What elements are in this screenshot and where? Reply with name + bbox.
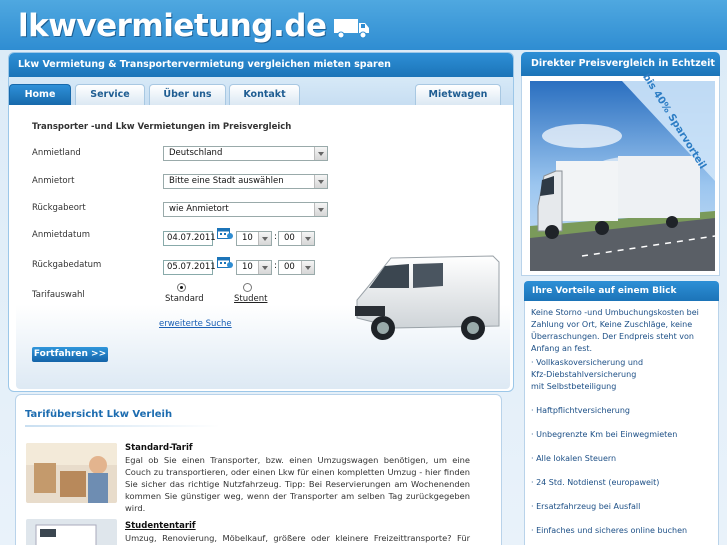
advantages-intro: Keine Storno -und Umbuchungskosten bei Z… [531,308,699,353]
advantage-item: · Alle lokalen Steuern [531,454,617,463]
standard-tarif-image [26,443,117,503]
chevron-down-icon [314,147,327,160]
anmietland-label: Anmietland [32,148,81,158]
rueckgabeort-select[interactable]: wie Anmietort [163,202,328,217]
radio-student-label: Student [234,294,268,304]
radio-student[interactable] [243,283,252,292]
truck-banner-image [530,81,716,271]
form-title: Transporter -und Lkw Vermietungen im Pre… [32,122,292,132]
chevron-down-icon [258,232,271,245]
anmietort-value: Bitte eine Stadt auswählen [169,176,284,186]
tab-kontakt[interactable]: Kontakt [229,84,300,105]
logo-text: lkwvermietung.de [18,8,327,44]
rueckgabeort-label: Rückgabeort [32,203,86,213]
anmietdatum-input[interactable]: 04.07.2011 [163,231,216,246]
calendar-icon[interactable] [217,256,233,269]
chevron-down-icon [314,203,327,216]
rueckgabedatum-input[interactable]: 05.07.2011 [163,260,216,275]
rueckgabe-hour-value: 10 [242,262,253,272]
divider [25,425,220,427]
search-form: Transporter -und Lkw Vermietungen im Pre… [16,108,510,389]
advantage-item: · Ersatzfahrzeug bei Ausfall [531,502,641,511]
tab-ueber-uns[interactable]: Über uns [149,84,226,105]
time-separator: : [274,232,278,242]
rueckgabe-minute-value: 00 [284,262,295,272]
rueckgabe-minute-select[interactable]: 00 [278,260,315,275]
advantages-heading: Ihre Vorteile auf einem Blick [524,281,719,301]
radio-standard[interactable] [177,283,186,292]
tarif-overview: Tarifübersicht Lkw Verleih Standard-Tari… [15,394,502,545]
rueckgabedatum-label: Rückgabedatum [32,260,102,270]
advantage-item: · 24 Std. Notdienst (europaweit) [531,478,660,487]
advantage-item: · Unbegrenzte Km bei Einwegmieten [531,430,678,439]
tab-home[interactable]: Home [9,84,71,105]
nav-tabs: Home Service Über uns Kontakt Mietwagen [9,77,513,105]
site-logo[interactable]: lkwvermietung.de [18,6,371,46]
rueckgabeort-value: wie Anmietort [169,204,229,214]
standard-tarif-text: Egal ob Sie einen Transporter, bzw. eine… [125,455,470,513]
tab-mietwagen[interactable]: Mietwagen [415,84,501,105]
chevron-down-icon [301,232,314,245]
advantage-item: · Einfaches und sicheres online buchen [531,526,688,535]
chevron-down-icon [301,261,314,274]
anmiet-hour-select[interactable]: 10 [236,231,272,246]
anmiet-minute-value: 00 [284,233,295,243]
standard-tarif-title[interactable]: Standard-Tarif [125,443,193,453]
advantage-item: · Vollkaskoversicherung und Kfz-Diebstah… [531,358,644,391]
studententarif-text: Umzug, Renovierung, Möbelkauf, größere o… [125,533,470,543]
time-separator: : [274,261,278,271]
radio-standard-label: Standard [165,294,204,304]
anmiet-hour-value: 10 [242,233,253,243]
calendar-icon[interactable] [217,227,233,240]
main-headline: Lkw Vermietung & Transportervermietung v… [9,53,513,77]
tarif-heading: Tarifübersicht Lkw Verleih [25,409,173,420]
tab-service[interactable]: Service [75,84,145,105]
chevron-down-icon [314,175,327,188]
extended-search-link[interactable]: erweiterte Suche [159,319,232,329]
tarifauswahl-label: Tarifauswahl [32,290,85,300]
anmietort-select[interactable]: Bitte eine Stadt auswählen [163,174,328,189]
anmietland-select[interactable]: Deutschland [163,146,328,161]
anmietland-value: Deutschland [169,148,223,158]
advantages-box: Keine Storno -und Umbuchungskosten bei Z… [524,301,719,545]
anmietort-label: Anmietort [32,176,75,186]
anmietdatum-label: Anmietdatum [32,230,91,240]
van-image [355,255,500,340]
truck-icon [333,19,369,39]
studententarif-image [26,519,117,545]
rueckgabe-hour-select[interactable]: 10 [236,260,272,275]
studententarif-title[interactable]: Studententarif [125,521,196,531]
chevron-down-icon [258,261,271,274]
search-box: Lkw Vermietung & Transportervermietung v… [8,52,514,392]
anmiet-minute-select[interactable]: 00 [278,231,315,246]
continue-button[interactable]: Fortfahren >> [32,347,108,362]
right-headline: Direkter Preisvergleich in Echtzeit [521,52,720,76]
advantage-item: · Haftpflichtversicherung [531,406,630,415]
truck-banner[interactable]: bis 40% Sparvorteil [521,72,720,276]
